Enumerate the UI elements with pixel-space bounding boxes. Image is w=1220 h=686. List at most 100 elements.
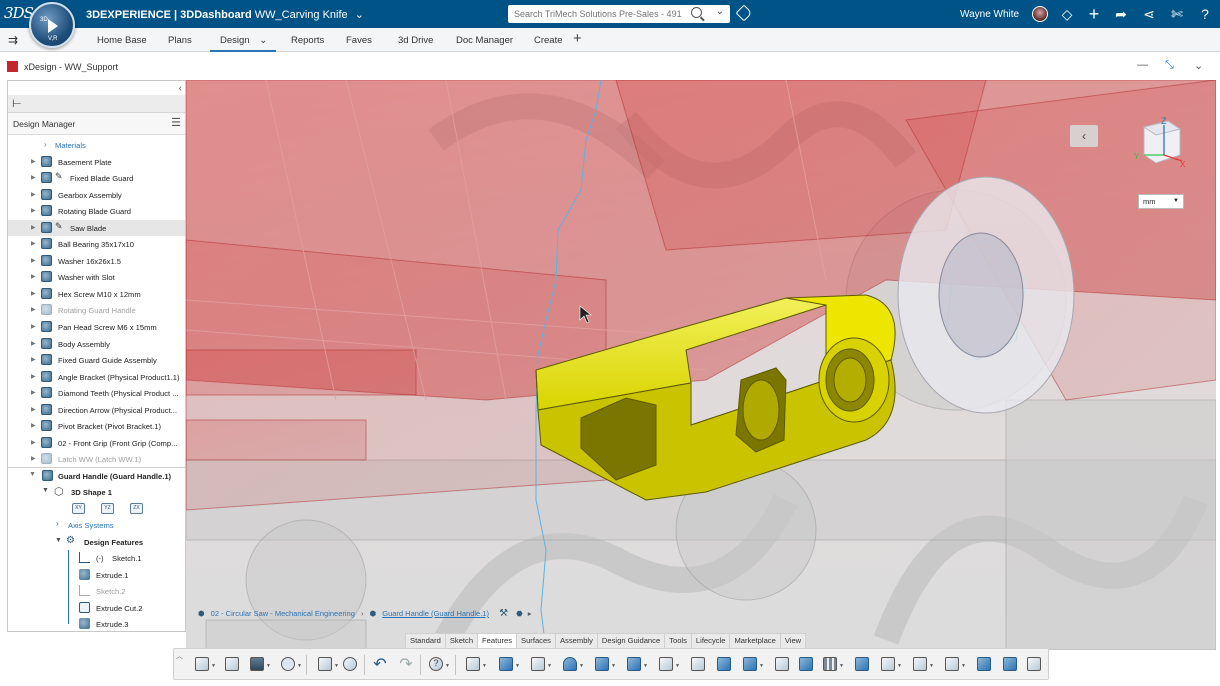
- breadcrumb-item-1[interactable]: Guard Handle (Guard Handle.1): [382, 609, 489, 618]
- tree-item-basement-plate[interactable]: ▶ Basement Plate: [8, 154, 185, 171]
- help-icon[interactable]: ?: [1196, 5, 1214, 23]
- chevron-down-icon[interactable]: ⌄: [355, 9, 364, 21]
- tab-plans[interactable]: Plans: [168, 35, 192, 46]
- share-icon[interactable]: ◇: [1058, 5, 1076, 23]
- back-icon[interactable]: ‹: [1070, 125, 1098, 147]
- extrude-icon[interactable]: ▼: [496, 654, 520, 674]
- tree-item-pan-head-screw[interactable]: ▶ Pan Head Screw M6 x 15mm: [8, 319, 185, 336]
- tab-faves[interactable]: Faves: [346, 35, 372, 46]
- pattern-icon[interactable]: ▼: [820, 654, 844, 674]
- chevron-right-icon[interactable]: ›: [56, 519, 59, 528]
- tab-create[interactable]: Create: [534, 35, 563, 46]
- search-input[interactable]: [508, 9, 688, 19]
- sweep-icon[interactable]: ▼: [592, 654, 616, 674]
- 3d-viewport[interactable]: [186, 80, 1216, 650]
- feature-sketch-2[interactable]: Sketch.2: [8, 583, 185, 600]
- expand-arrow-icon[interactable]: ▶: [31, 174, 36, 181]
- expand-arrow-icon[interactable]: ▶: [31, 389, 36, 396]
- tab-standard[interactable]: Standard: [405, 633, 446, 648]
- expand-arrow-icon[interactable]: ▶: [31, 323, 36, 330]
- tree-item-gearbox-assembly[interactable]: ▶ Gearbox Assembly: [8, 187, 185, 204]
- expand-arrow-icon[interactable]: ▶: [31, 439, 36, 446]
- tree-item-pivot-bracket[interactable]: ▶ Pivot Bracket (Pivot Bracket.1): [8, 418, 185, 435]
- tab-surfaces[interactable]: Surfaces: [516, 633, 556, 648]
- forward-icon[interactable]: ➦: [1112, 5, 1130, 23]
- gear-icon[interactable]: [340, 654, 360, 674]
- combine-icon[interactable]: [772, 654, 792, 674]
- network-icon[interactable]: ⋖: [1140, 5, 1158, 23]
- avatar[interactable]: [1032, 6, 1048, 22]
- select-icon[interactable]: ▼: [192, 654, 216, 674]
- tab-3d-drive[interactable]: 3d Drive: [398, 35, 433, 46]
- scale-icon[interactable]: [1000, 654, 1020, 674]
- collapse-arrow-icon[interactable]: ▼: [42, 487, 49, 494]
- 3d-view-icon[interactable]: ⬣: [516, 609, 523, 618]
- tab-home-base[interactable]: Home Base: [97, 35, 147, 46]
- expand-arrow-icon[interactable]: ▶: [31, 273, 36, 280]
- expand-arrow-icon[interactable]: ▶: [31, 240, 36, 247]
- shell-icon[interactable]: [688, 654, 708, 674]
- open-icon[interactable]: [222, 654, 242, 674]
- collapse-panel-icon[interactable]: ‹: [179, 83, 182, 94]
- tree-item-saw-blade[interactable]: ▶ ✎ Saw Blade: [8, 219, 185, 237]
- tree-item-rotating-blade-guard[interactable]: ▶ Rotating Blade Guard: [8, 203, 185, 220]
- minimize-icon[interactable]: —: [1137, 59, 1148, 71]
- tag-icon[interactable]: [735, 4, 753, 22]
- search-options-icon[interactable]: ⌄: [716, 6, 724, 17]
- tree-item-rotating-guard-handle[interactable]: ▶ Rotating Guard Handle: [8, 302, 185, 319]
- feature-sketch-1[interactable]: (-) Sketch.1: [8, 550, 185, 567]
- tree-item-washer[interactable]: ▶ Washer 16x26x1.5: [8, 253, 185, 270]
- edit-part-icon[interactable]: ⚒: [499, 608, 508, 619]
- expand-arrow-icon[interactable]: ▶: [31, 191, 36, 198]
- tab-view[interactable]: View: [779, 633, 807, 648]
- collapse-arrow-icon[interactable]: ▼: [29, 471, 36, 478]
- tab-tools[interactable]: Tools: [664, 633, 692, 648]
- tree-icon[interactable]: ⊢: [12, 97, 22, 110]
- plane-xy-icon[interactable]: XY: [72, 502, 85, 514]
- expand-arrow-icon[interactable]: ▶: [31, 158, 36, 165]
- 3d-model-render[interactable]: [186, 80, 1216, 650]
- expand-arrow-icon[interactable]: ▶: [31, 224, 36, 231]
- expand-arrow-icon[interactable]: ▶: [31, 406, 36, 413]
- chevron-down-icon[interactable]: ⌄: [259, 35, 267, 46]
- draft-icon[interactable]: ▼: [624, 654, 648, 674]
- feature-extrude-1[interactable]: Extrude.1: [8, 566, 185, 584]
- tree-item-fixed-blade-guard[interactable]: ▶ ✎ Fixed Blade Guard: [8, 170, 185, 187]
- tree-item-angle-bracket[interactable]: ▶ Angle Bracket (Physical Product1.1): [8, 369, 185, 386]
- tree-item-guard-handle[interactable]: ▼ Guard Handle (Guard Handle.1): [8, 468, 185, 485]
- chevron-up-icon[interactable]: ︿: [176, 651, 183, 661]
- expand-arrow-icon[interactable]: ▶: [31, 422, 36, 429]
- tree-item-fixed-guard-guide[interactable]: ▶ Fixed Guard Guide Assembly: [8, 352, 185, 369]
- thicken-icon[interactable]: [714, 654, 734, 674]
- measure-icon[interactable]: [1024, 654, 1044, 674]
- hole-icon[interactable]: ▼: [878, 654, 902, 674]
- expand-arrow-icon[interactable]: ▶: [31, 373, 36, 380]
- move-icon[interactable]: [974, 654, 994, 674]
- revolve-icon[interactable]: ▼: [560, 654, 584, 674]
- tree-item-hex-screw[interactable]: ▶ Hex Screw M10 x 12mm: [8, 286, 185, 303]
- expand-arrow-icon[interactable]: ▶: [31, 306, 36, 313]
- help-icon[interactable]: ? ▼: [426, 654, 450, 674]
- search-box[interactable]: ⌄: [508, 5, 730, 23]
- tree-item-design-features[interactable]: ▼ ⚙ Design Features: [8, 534, 185, 551]
- user-name[interactable]: Wayne White: [960, 9, 1019, 20]
- add-tab-icon[interactable]: +: [573, 30, 582, 47]
- collapse-arrow-icon[interactable]: ▼: [55, 537, 62, 544]
- tree-item-materials[interactable]: › Materials: [8, 137, 185, 154]
- body-icon[interactable]: ▼: [942, 654, 966, 674]
- viewcube[interactable]: Z Y X: [1124, 117, 1186, 169]
- tree-item-body-assembly[interactable]: ▶ Body Assembly: [8, 336, 185, 353]
- feature-extrude-3[interactable]: Extrude.3: [8, 616, 185, 631]
- tab-sketch[interactable]: Sketch: [444, 633, 479, 648]
- widget-menu-icon[interactable]: ⌄: [1194, 59, 1203, 72]
- breadcrumb-more-icon[interactable]: ▸: [528, 609, 532, 618]
- chevron-right-icon[interactable]: ›: [44, 140, 47, 149]
- properties-icon[interactable]: ▼: [315, 654, 339, 674]
- tab-design[interactable]: Design ⌄: [210, 35, 276, 52]
- play-icon[interactable]: [48, 19, 58, 33]
- maximize-icon[interactable]: ⤡: [1165, 59, 1174, 72]
- save-icon[interactable]: ▼: [247, 654, 271, 674]
- expand-arrow-icon[interactable]: ▶: [31, 257, 36, 264]
- dashboard-name[interactable]: WW_Carving Knife: [255, 9, 348, 21]
- redo-icon[interactable]: ↷: [396, 654, 416, 674]
